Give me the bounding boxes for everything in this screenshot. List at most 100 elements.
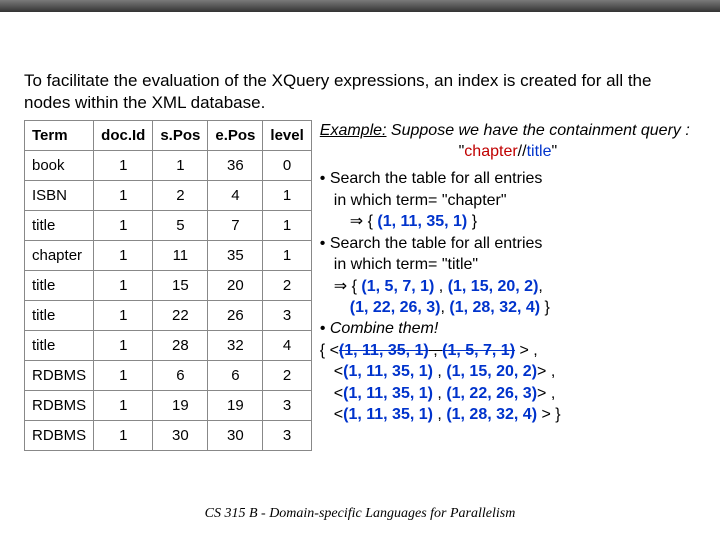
cell: 6 (153, 360, 208, 390)
text: > } (537, 406, 561, 423)
th-docid: doc.Id (94, 120, 153, 150)
bullet-2-line-2: in which term= "title" (320, 254, 696, 275)
cell: 5 (153, 210, 208, 240)
query-slashes: // (518, 143, 527, 160)
cell: 28 (153, 330, 208, 360)
text-struck: , (429, 342, 442, 359)
cell: 1 (94, 240, 153, 270)
tuple-struck: (1, 5, 7, 1) (442, 342, 515, 359)
text: , (538, 278, 542, 295)
cell: 3 (263, 420, 311, 450)
example-label: Example: (320, 122, 387, 139)
cell: title (25, 270, 94, 300)
cell: 36 (208, 150, 263, 180)
cell: 6 (208, 360, 263, 390)
imply-2-row-2: (1, 22, 26, 3), (1, 28, 32, 4) } (320, 297, 696, 318)
cell: 1 (94, 300, 153, 330)
cell: 7 (208, 210, 263, 240)
bullet-1-line-1: • Search the table for all entries (320, 168, 696, 189)
result-row-1: { <(1, 11, 35, 1) , (1, 5, 7, 1) > , (320, 340, 696, 361)
query-chapter: chapter (464, 143, 517, 160)
cell: 1 (94, 390, 153, 420)
text: < (334, 406, 343, 423)
cell: 3 (263, 390, 311, 420)
tuple: (1, 11, 35, 1) (343, 363, 433, 380)
table-row: RDBMS1662 (25, 360, 312, 390)
containment-query: "chapter//title" (320, 141, 696, 162)
cell: 4 (263, 330, 311, 360)
right-panel: Example: Suppose we have the containment… (320, 120, 696, 426)
text: { < (320, 342, 339, 359)
cell: RDBMS (25, 390, 94, 420)
cell: 32 (208, 330, 263, 360)
cell: 2 (263, 270, 311, 300)
table-row: book11360 (25, 150, 312, 180)
text: < (334, 385, 343, 402)
cell: 22 (153, 300, 208, 330)
table-row: RDBMS119193 (25, 390, 312, 420)
tuple: (1, 22, 26, 3) (446, 385, 537, 402)
tuple: (1, 15, 20, 2) (448, 278, 539, 295)
cell: 1 (94, 360, 153, 390)
cell: 30 (208, 420, 263, 450)
th-epos: e.Pos (208, 120, 263, 150)
cell: 15 (153, 270, 208, 300)
bullet-1-line-2: in which term= "chapter" (320, 190, 696, 211)
cell: chapter (25, 240, 94, 270)
cell: RDBMS (25, 420, 94, 450)
tuple: (1, 11, 35, 1) (343, 406, 433, 423)
cell: 1 (94, 150, 153, 180)
cell: 11 (153, 240, 208, 270)
cell: 35 (208, 240, 263, 270)
cell: 19 (208, 390, 263, 420)
text: < (334, 363, 343, 380)
cell: RDBMS (25, 360, 94, 390)
cell: 26 (208, 300, 263, 330)
text: , (433, 385, 446, 402)
text: > , (537, 363, 555, 380)
cell: 1 (263, 210, 311, 240)
cell: 1 (153, 150, 208, 180)
cell: ISBN (25, 180, 94, 210)
text: } (467, 213, 477, 230)
imply-2-row-1: ⇒ { (1, 5, 7, 1) , (1, 15, 20, 2), (320, 276, 696, 297)
decorative-top-bar (0, 0, 720, 12)
example-line: Example: Suppose we have the containment… (320, 120, 696, 141)
text: > , (537, 385, 555, 402)
slide: To facilitate the evaluation of the XQue… (0, 0, 720, 540)
cell: 20 (208, 270, 263, 300)
tuple: (1, 15, 20, 2) (446, 363, 537, 380)
cell: 2 (153, 180, 208, 210)
table-row: title128324 (25, 330, 312, 360)
tuple: (1, 28, 32, 4) (446, 406, 537, 423)
cell: 1 (94, 210, 153, 240)
th-term: Term (25, 120, 94, 150)
tuple: (1, 11, 35, 1) (343, 385, 433, 402)
query-title: title (527, 143, 552, 160)
result-row-3: <(1, 11, 35, 1) , (1, 22, 26, 3)> , (320, 383, 696, 404)
tuple-struck: (1, 11, 35, 1) (339, 342, 429, 359)
table-row: chapter111351 (25, 240, 312, 270)
table-row: title122263 (25, 300, 312, 330)
cell: 4 (208, 180, 263, 210)
tuple: (1, 22, 26, 3) (350, 299, 441, 316)
bullet-3: • Combine them! (320, 318, 696, 339)
implies-icon: ⇒ { (350, 213, 378, 230)
th-level: level (263, 120, 311, 150)
table-row: RDBMS130303 (25, 420, 312, 450)
cell: 1 (263, 240, 311, 270)
text: , (433, 363, 446, 380)
cell: 0 (263, 150, 311, 180)
table-header-row: Term doc.Id s.Pos e.Pos level (25, 120, 312, 150)
index-table: Term doc.Id s.Pos e.Pos level book11360 … (24, 120, 312, 451)
cell: 19 (153, 390, 208, 420)
cell: 1 (263, 180, 311, 210)
cell: 30 (153, 420, 208, 450)
imply-1: ⇒ { (1, 11, 35, 1) } (320, 211, 696, 232)
cell: title (25, 300, 94, 330)
text: , (433, 406, 446, 423)
result-row-4: <(1, 11, 35, 1) , (1, 28, 32, 4) > } (320, 404, 696, 425)
cell: title (25, 330, 94, 360)
tuple: (1, 11, 35, 1) (377, 213, 467, 230)
cell: 1 (94, 330, 153, 360)
